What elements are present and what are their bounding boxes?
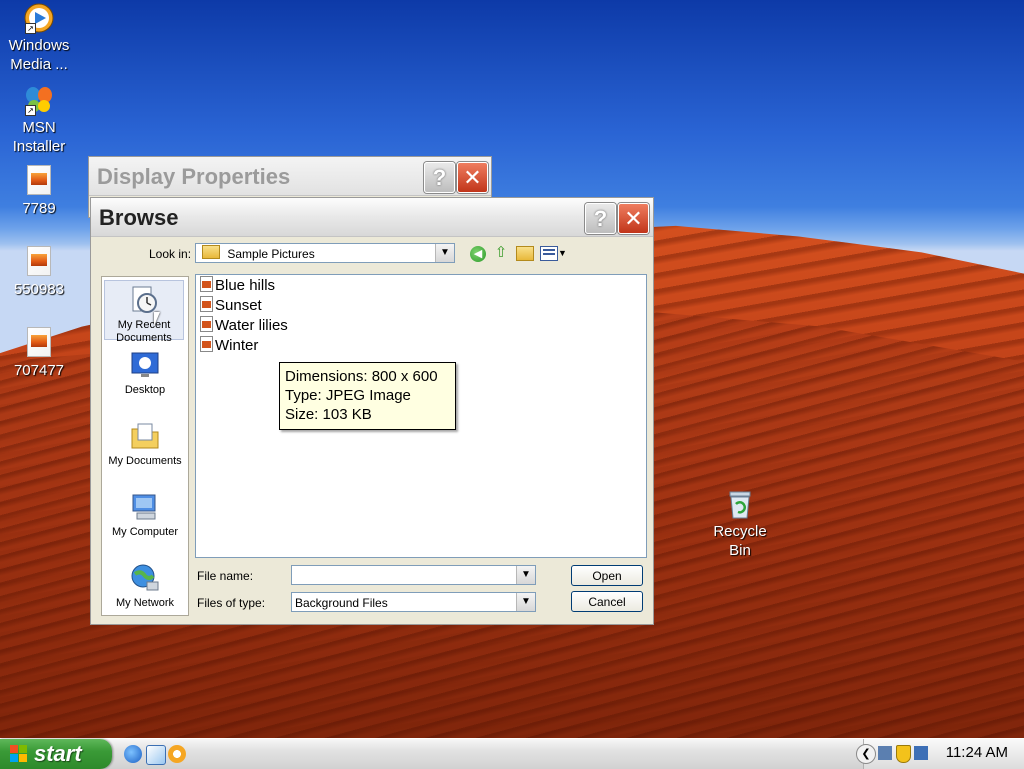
close-button[interactable]: ✕ bbox=[618, 203, 649, 234]
file-item[interactable]: Sunset bbox=[200, 296, 262, 316]
image-file-icon bbox=[23, 246, 55, 278]
file-item[interactable]: Winter bbox=[200, 336, 258, 356]
help-button[interactable]: ? bbox=[585, 203, 616, 234]
desktop-icon-label: Recycle Bin bbox=[713, 523, 767, 559]
file-name-label: File name: bbox=[197, 569, 254, 583]
desktop-icon-707477[interactable]: 707477 bbox=[1, 327, 77, 380]
windows-flag-icon bbox=[10, 745, 28, 763]
browse-titlebar[interactable]: Browse ? ✕ bbox=[91, 198, 653, 237]
display-icon[interactable] bbox=[914, 746, 928, 760]
desktop-icon-windows-media[interactable]: ↗ Windows Media ... bbox=[1, 2, 77, 74]
look-in-dropdown[interactable]: Sample Pictures ▼ bbox=[195, 243, 455, 263]
desktop-icon-label: 707477 bbox=[13, 362, 65, 379]
documents-folder-icon bbox=[129, 420, 161, 452]
place-my-network[interactable]: My Network bbox=[102, 562, 188, 610]
desktop-icon-label: MSN Installer bbox=[12, 119, 66, 155]
file-item[interactable]: Blue hills bbox=[200, 276, 275, 296]
window-title: Display Properties bbox=[97, 164, 291, 189]
place-desktop[interactable]: Desktop bbox=[102, 349, 188, 397]
file-info-tooltip: Dimensions: 800 x 600 Type: JPEG Image S… bbox=[279, 362, 456, 430]
tooltip-type: Type: JPEG Image bbox=[285, 387, 411, 404]
computer-icon bbox=[129, 491, 161, 523]
image-file-icon bbox=[23, 165, 55, 197]
close-button[interactable]: ✕ bbox=[457, 162, 488, 193]
desktop-icon-label: 7789 bbox=[22, 200, 56, 217]
look-in-value: Sample Pictures bbox=[227, 247, 315, 261]
desktop-icon-7789[interactable]: 7789 bbox=[1, 165, 77, 218]
chevron-down-icon[interactable]: ▼ bbox=[516, 593, 535, 611]
place-my-documents[interactable]: My Documents bbox=[102, 420, 188, 468]
desktop-icon-recycle-bin[interactable]: Recycle Bin bbox=[702, 488, 778, 560]
desktop-icon-550983[interactable]: 550983 bbox=[1, 246, 77, 299]
new-folder-icon[interactable] bbox=[516, 246, 534, 261]
windows-media-player-icon[interactable] bbox=[168, 745, 186, 763]
place-label: My Recent Documents bbox=[116, 319, 172, 344]
desktop-icon-label: Windows Media ... bbox=[8, 37, 70, 73]
taskbar: start ❮ 11:24 AM bbox=[0, 738, 1024, 769]
mouse-cursor-icon bbox=[154, 312, 160, 326]
image-file-icon bbox=[200, 276, 213, 292]
places-bar: My Recent Documents Desktop My Documents bbox=[101, 276, 189, 616]
image-file-icon bbox=[200, 336, 213, 352]
security-shield-icon[interactable] bbox=[896, 745, 911, 763]
tooltip-dimensions: Dimensions: 800 x 600 bbox=[285, 368, 438, 385]
back-icon[interactable]: ◀ bbox=[470, 246, 486, 262]
cancel-button[interactable]: Cancel bbox=[571, 591, 643, 612]
windows-media-player-icon: ↗ bbox=[23, 2, 55, 34]
place-my-computer[interactable]: My Computer bbox=[102, 491, 188, 539]
start-label: start bbox=[34, 741, 82, 766]
start-button[interactable]: start bbox=[0, 739, 112, 769]
desktop-icon-msn-installer[interactable]: ↗ MSN Installer bbox=[1, 84, 77, 156]
files-of-type-label: Files of type: bbox=[197, 596, 266, 610]
file-item[interactable]: Water lilies bbox=[200, 316, 288, 336]
msn-butterfly-icon: ↗ bbox=[23, 84, 55, 116]
place-label: My Computer bbox=[111, 526, 179, 538]
place-my-recent-documents[interactable]: My Recent Documents bbox=[104, 280, 184, 344]
chevron-left-icon[interactable]: ❮ bbox=[856, 744, 876, 764]
tooltip-size: Size: 103 KB bbox=[285, 406, 372, 423]
show-desktop-icon[interactable] bbox=[146, 745, 166, 765]
network-globe-icon bbox=[129, 562, 161, 594]
desktop-icon bbox=[129, 349, 161, 381]
desktop-icon-label: 550983 bbox=[13, 281, 65, 298]
place-label: My Documents bbox=[108, 455, 182, 467]
dialog-title: Browse bbox=[99, 205, 179, 230]
recycle-bin-icon bbox=[724, 488, 756, 520]
internet-explorer-icon[interactable] bbox=[124, 745, 142, 763]
image-file-icon bbox=[200, 296, 213, 312]
image-file-icon bbox=[200, 316, 213, 332]
display-properties-titlebar[interactable]: Display Properties ? ✕ bbox=[89, 157, 491, 196]
place-label: My Network bbox=[115, 597, 175, 609]
image-file-icon bbox=[23, 327, 55, 359]
folder-icon bbox=[202, 245, 220, 259]
up-folder-icon[interactable]: ⇧ bbox=[493, 244, 509, 262]
file-name-input[interactable]: ▼ bbox=[291, 565, 536, 585]
views-menu-icon[interactable] bbox=[540, 246, 558, 261]
files-of-type-dropdown[interactable]: Background Files ▼ bbox=[291, 592, 536, 612]
help-button[interactable]: ? bbox=[424, 162, 455, 193]
clock: 11:24 AM bbox=[945, 744, 1008, 761]
network-icon[interactable] bbox=[878, 746, 892, 760]
place-label: Desktop bbox=[124, 384, 166, 396]
open-button[interactable]: Open bbox=[571, 565, 643, 586]
chevron-down-icon[interactable]: ▼ bbox=[435, 244, 454, 262]
system-tray: ❮ 11:24 AM bbox=[856, 739, 1024, 769]
chevron-down-icon[interactable]: ▼ bbox=[558, 248, 567, 258]
look-in-label: Look in: bbox=[149, 247, 192, 261]
chevron-down-icon[interactable]: ▼ bbox=[516, 566, 535, 584]
